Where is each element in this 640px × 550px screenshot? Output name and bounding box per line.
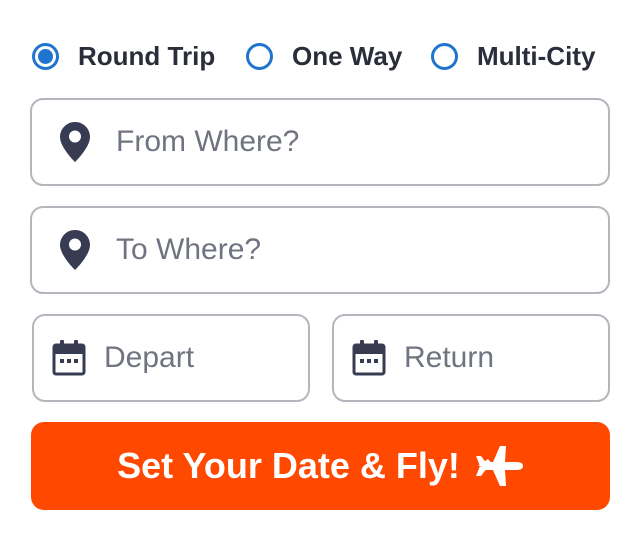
from-field[interactable] (30, 98, 610, 186)
map-pin-icon (60, 230, 90, 270)
radio-button-checked[interactable] (32, 42, 59, 70)
calendar-icon (352, 340, 386, 376)
to-field[interactable] (30, 206, 610, 294)
set-date-fly-button-label: Set Your Date & Fly! (117, 445, 460, 486)
calendar-icon (52, 340, 86, 376)
trip-type-selector: Round Trip One Way Multi-City (32, 36, 612, 76)
set-date-fly-button[interactable]: Set Your Date & Fly! (31, 422, 610, 510)
radio-one-way[interactable]: One Way (246, 36, 402, 76)
radio-label-multi-city: Multi-City (477, 40, 596, 71)
radio-round-trip[interactable]: Round Trip (32, 36, 215, 76)
radio-selected-dot (38, 48, 53, 64)
radio-button-unchecked[interactable] (431, 42, 458, 70)
return-input[interactable] (404, 341, 608, 375)
airplane-icon (475, 446, 523, 486)
radio-button-unchecked[interactable] (246, 42, 273, 70)
to-input[interactable] (116, 233, 608, 267)
depart-input[interactable] (104, 341, 308, 375)
radio-label-one-way: One Way (292, 40, 403, 71)
from-input[interactable] (116, 125, 608, 159)
radio-multi-city[interactable]: Multi-City (431, 36, 595, 76)
return-date-field[interactable] (332, 314, 610, 402)
map-pin-icon (60, 122, 90, 162)
depart-date-field[interactable] (32, 314, 310, 402)
radio-label-round-trip: Round Trip (78, 40, 216, 71)
